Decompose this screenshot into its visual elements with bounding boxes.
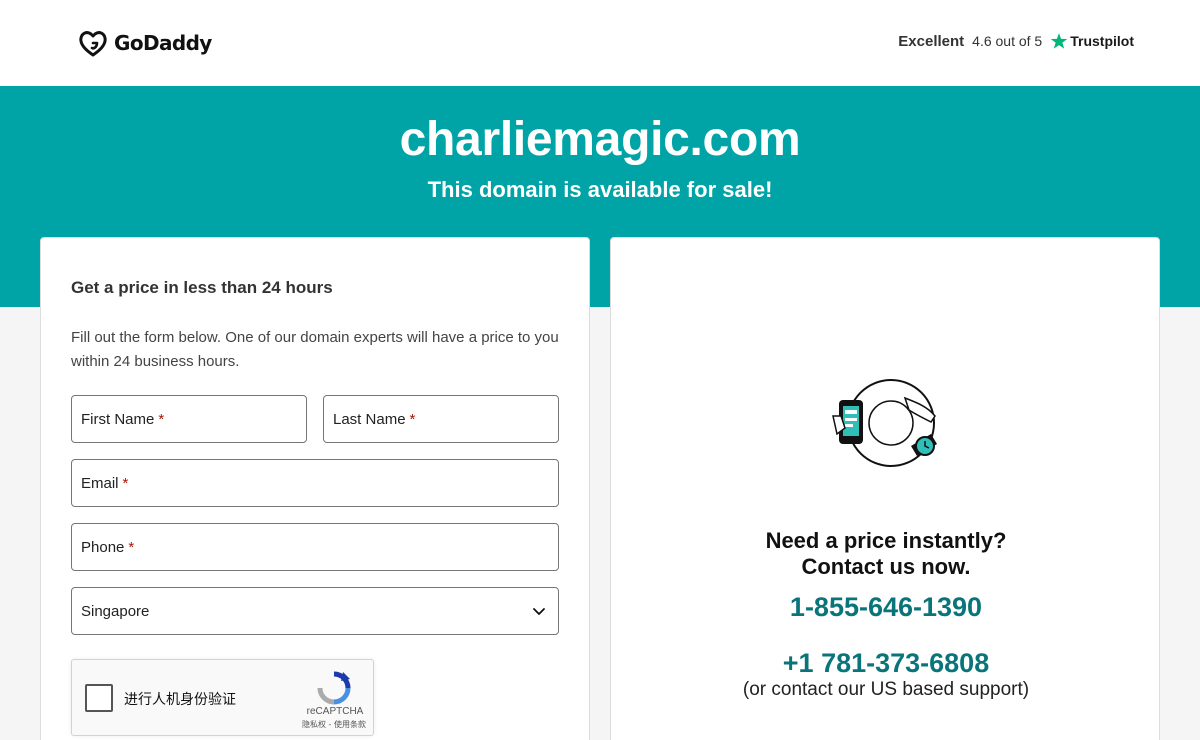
site-header: GoDaddy Excellent 4.6 out of 5 Trustpilo… [0,0,1200,86]
required-mark: * [122,474,129,492]
first-name-field[interactable]: First Name * [71,395,307,443]
required-mark: * [409,410,416,428]
price-form-card: Get a price in less than 24 hours Fill o… [40,237,590,740]
last-name-field[interactable]: Last Name * [323,395,559,443]
domain-title: charliemagic.com [399,113,801,166]
recaptcha-label: 进行人机身份验证 [124,692,236,708]
godaddy-logo-icon [79,31,107,57]
contact-heading: Need a price instantly? Contact us now. [611,528,1161,580]
chevron-down-icon [533,608,545,615]
contact-card: Need a price instantly? Contact us now. … [610,237,1160,740]
form-title: Get a price in less than 24 hours [71,278,333,297]
trustpilot-star-icon [1050,33,1068,49]
contact-heading-line1: Need a price instantly? [765,528,1007,553]
phone-field[interactable]: Phone * [71,523,559,571]
rating-score: 4.6 out of 5 [972,33,1043,49]
phone-link-secondary[interactable]: +1 781-373-6808 [611,648,1161,679]
recaptcha-widget: 进行人机身份验证 reCAPTCHA 隐私权 - 使用条款 [71,659,374,736]
phone-clock-illustration [832,379,937,467]
required-mark: * [158,410,165,428]
country-select[interactable]: Singapore [71,587,559,635]
phone-link-primary[interactable]: 1-855-646-1390 [611,592,1161,623]
form-description: Fill out the form below. One of our doma… [71,329,559,370]
trustpilot-brand: Trustpilot [1050,32,1134,50]
support-note: (or contact our US based support) [742,679,1030,700]
required-mark: * [128,538,135,556]
recaptcha-brand: reCAPTCHA [306,706,364,717]
last-name-label: Last Name [333,410,406,428]
trustpilot-rating[interactable]: Excellent 4.6 out of 5 Trustpilot [898,32,1134,50]
first-name-label: First Name [81,410,155,428]
logo-text: GoDaddy [114,31,212,55]
godaddy-logo[interactable]: GoDaddy [78,29,212,57]
rating-word: Excellent [898,32,965,50]
recaptcha-terms[interactable]: 隐私权 - 使用条款 [294,719,374,730]
trustpilot-label: Trustpilot [1070,33,1134,49]
recaptcha-checkbox[interactable] [85,684,113,712]
contact-heading-line2: Contact us now. [801,554,971,579]
recaptcha-icon [317,671,351,705]
email-field[interactable]: Email * [71,459,559,507]
sale-subtitle: This domain is available for sale! [427,177,773,202]
email-label: Email [81,474,119,492]
phone-label: Phone [81,538,125,556]
country-value: Singapore [81,602,150,620]
